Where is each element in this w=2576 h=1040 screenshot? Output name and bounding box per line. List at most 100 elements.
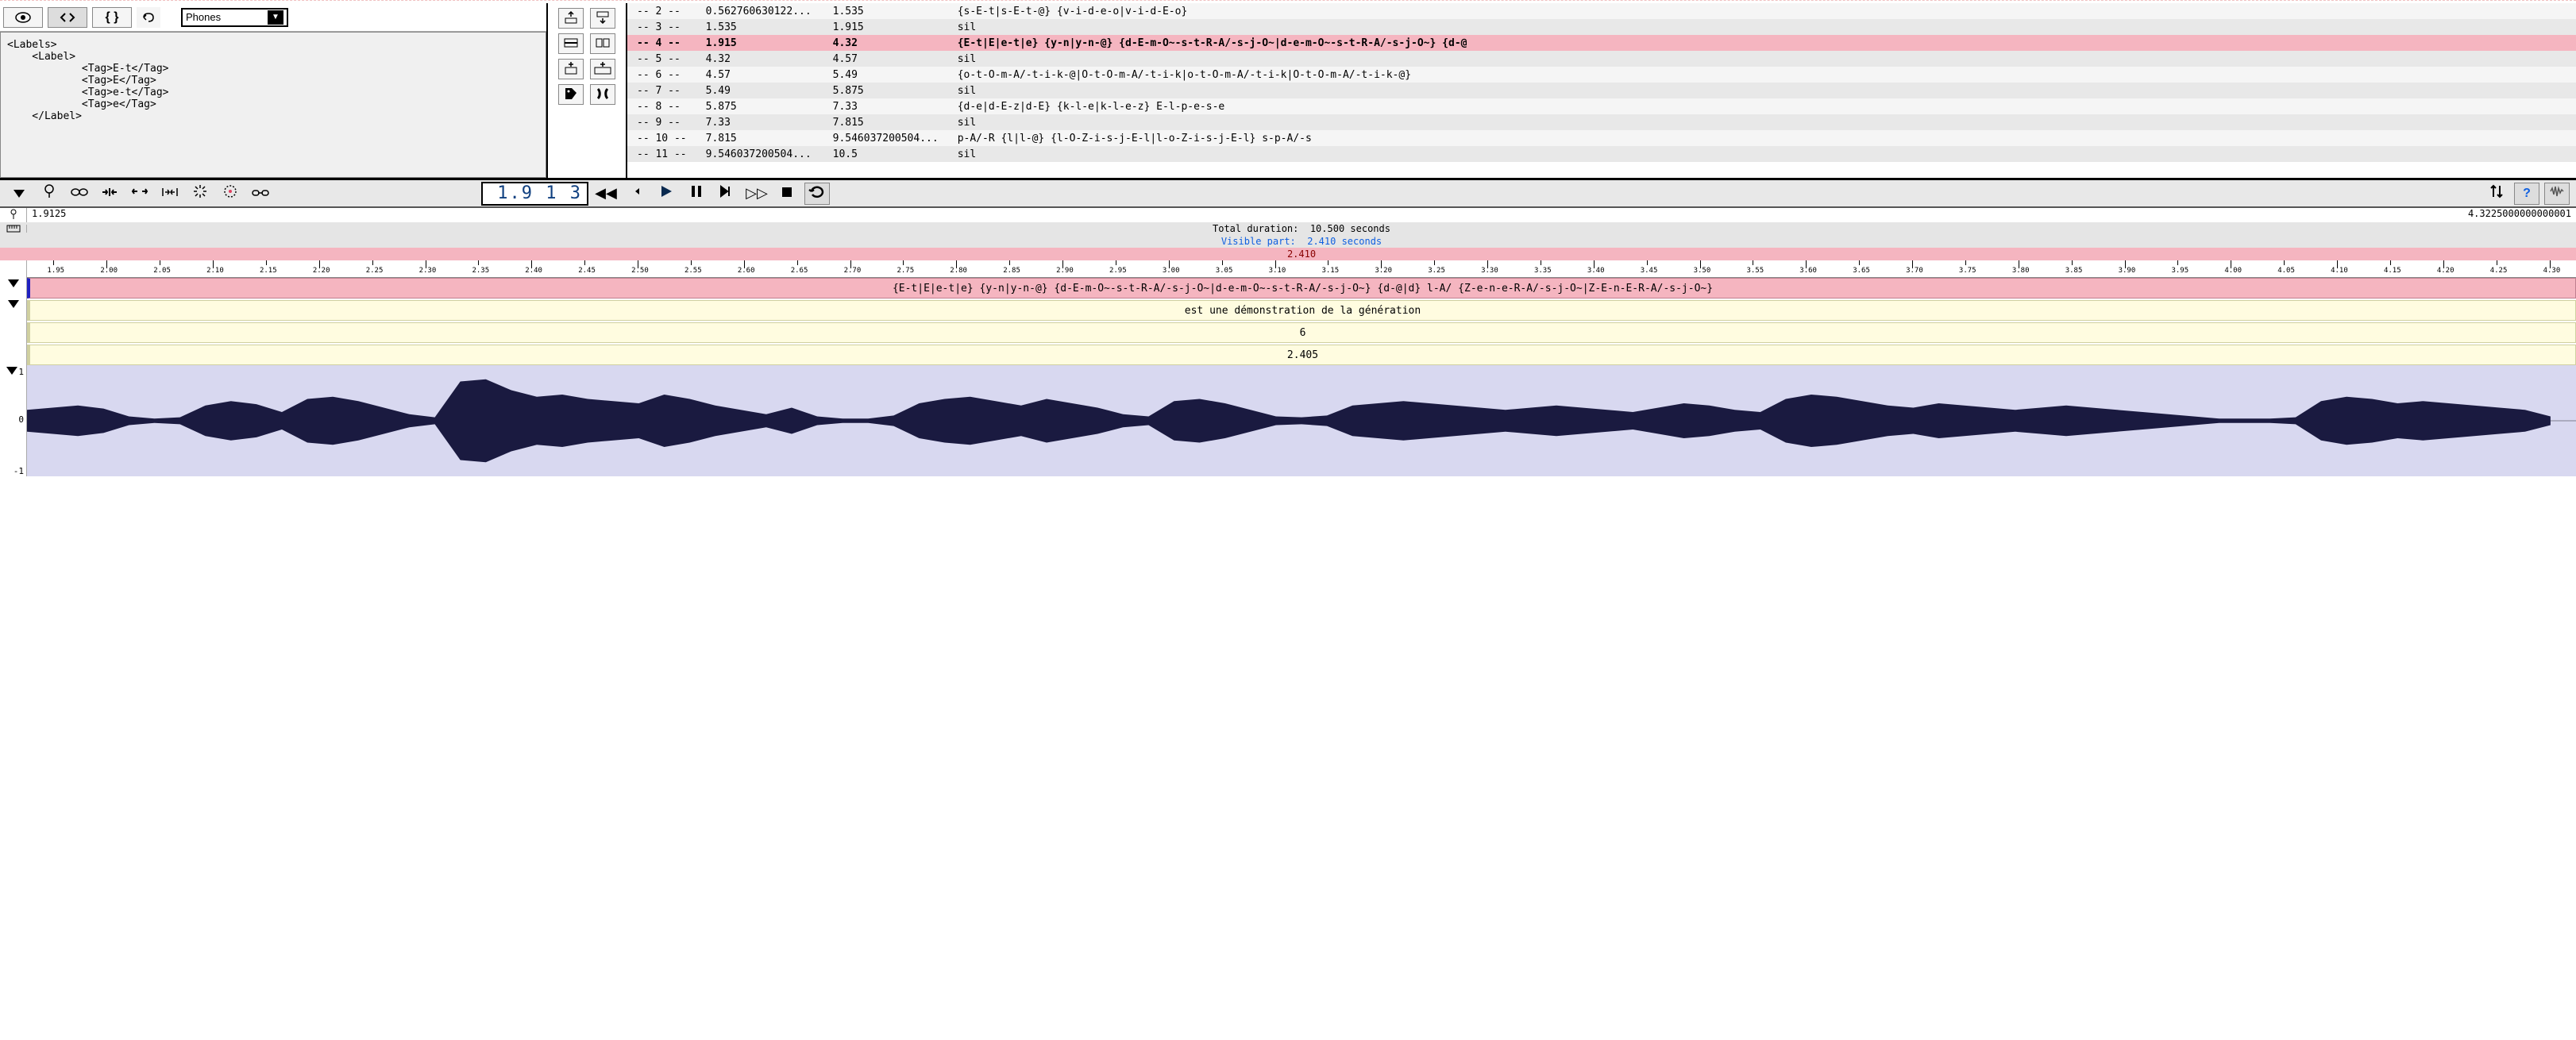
add-below-icon <box>596 10 610 27</box>
row-icon <box>564 38 578 50</box>
tag-icon <box>564 87 578 103</box>
expand-button[interactable] <box>127 183 152 205</box>
arrows-bar-out-icon <box>161 185 179 202</box>
chain-button[interactable] <box>248 183 273 205</box>
step-back-button[interactable] <box>623 183 649 205</box>
insert-button[interactable] <box>558 59 584 79</box>
table-row[interactable]: -- 8 --5.8757.33{d-e|d-E-z|d-E} {k-l-e|k… <box>627 98 2576 114</box>
link-icon <box>71 185 88 202</box>
delete-button[interactable] <box>590 84 615 105</box>
ruler-gutter-icon <box>0 225 27 233</box>
add-above-button[interactable] <box>558 8 584 29</box>
chain-icon <box>252 185 269 202</box>
center-button[interactable] <box>187 183 213 205</box>
playback-toolbar: 1.9 1 3 ◀◀ ▷▷ ? <box>0 178 2576 208</box>
view-preview-button[interactable] <box>3 7 43 28</box>
collapse-toggle[interactable] <box>6 183 32 205</box>
rewind-icon: ◀◀ <box>595 185 617 202</box>
table-row[interactable]: -- 4 --1.9154.32{E-t|E|e-t|e} {y-n|y-n-@… <box>627 35 2576 51</box>
time-ruler[interactable]: 1.952.002.052.102.152.202.252.302.352.40… <box>27 260 2576 278</box>
pause-button[interactable] <box>684 183 709 205</box>
end-time-label: 4.3225000000000001 <box>2468 208 2571 222</box>
tier-duration[interactable]: 2.405 <box>27 345 2576 365</box>
loop-icon <box>808 184 826 202</box>
fit-out-button[interactable] <box>157 183 183 205</box>
sort-button[interactable] <box>2484 183 2509 205</box>
waveform-toggle[interactable]: 1 0 -1 <box>0 365 27 476</box>
visible-part-label: Visible part: <box>1221 236 1296 247</box>
stop-icon <box>781 185 792 202</box>
time-display[interactable]: 1.9 1 3 <box>481 182 588 206</box>
tag-button[interactable] <box>558 84 584 105</box>
triangle-down-icon <box>6 367 17 375</box>
tier-number[interactable]: 6 <box>27 322 2576 343</box>
help-icon: ? <box>2523 187 2531 201</box>
table-row[interactable]: -- 6 --4.575.49{o-t-O-m-A/-t-i-k-@|O-t-O… <box>627 67 2576 83</box>
target-button[interactable] <box>218 183 243 205</box>
triangle-down-icon <box>8 300 19 308</box>
plus-box-icon <box>564 61 578 78</box>
eye-icon <box>15 12 31 23</box>
code-icon <box>60 12 75 23</box>
insert-wide-button[interactable] <box>590 59 615 79</box>
plus-wide-icon <box>594 61 611 78</box>
undo-icon <box>141 11 156 24</box>
fast-forward-icon: ▷▷ <box>746 185 768 202</box>
fit-in-button[interactable] <box>97 183 122 205</box>
pin-button[interactable] <box>37 183 62 205</box>
table-row[interactable]: -- 10 --7.8159.546037200504...p-A/-R {l|… <box>627 130 2576 146</box>
segments-table[interactable]: -- 2 --0.562760630122...1.535{s-E-t|s-E-… <box>627 3 2576 178</box>
add-above-icon <box>564 10 578 27</box>
play-icon <box>659 184 673 202</box>
fast-forward-button[interactable]: ▷▷ <box>744 183 769 205</box>
table-row[interactable]: -- 2 --0.562760630122...1.535{s-E-t|s-E-… <box>627 3 2576 19</box>
undo-button[interactable] <box>137 7 160 28</box>
cells-button[interactable] <box>590 33 615 54</box>
delete-icon <box>596 87 610 103</box>
center-icon <box>192 183 208 203</box>
arrows-in-icon <box>101 185 118 202</box>
visible-short-value: 2.410 <box>27 248 2576 260</box>
waveform-view-button[interactable] <box>2544 183 2570 205</box>
table-row[interactable]: -- 7 --5.495.875sil <box>627 83 2576 98</box>
dropdown-label: Phones <box>186 11 221 23</box>
play-button[interactable] <box>654 183 679 205</box>
waveform-display[interactable] <box>27 365 2576 476</box>
loop-button[interactable] <box>804 183 830 205</box>
tier-phones[interactable]: {E-t|E|e-t|e} {y-n|y-n-@} {d-E-m-O~-s-t-… <box>27 278 2576 299</box>
triangle-down-icon <box>8 279 19 287</box>
step-forward-button[interactable] <box>714 183 739 205</box>
label-type-dropdown[interactable]: Phones ▼ <box>181 8 288 27</box>
visible-part-value: 2.410 seconds <box>1307 236 1382 247</box>
xml-source-editor[interactable]: <Labels> <Label> <Tag>E-t</Tag> <Tag>E</… <box>0 32 546 178</box>
table-edit-toolbar <box>548 3 627 178</box>
add-below-button[interactable] <box>590 8 615 29</box>
help-button[interactable]: ? <box>2514 183 2539 205</box>
table-row[interactable]: -- 3 --1.5351.915sil <box>627 19 2576 35</box>
tier1-toggle[interactable] <box>0 278 27 299</box>
sort-icon <box>2489 183 2504 203</box>
stop-button[interactable] <box>774 183 800 205</box>
view-braces-button[interactable]: { } <box>92 7 132 28</box>
target-icon <box>222 183 238 203</box>
pause-icon <box>691 185 702 202</box>
table-row[interactable]: -- 5 --4.324.57sil <box>627 51 2576 67</box>
braces-icon: { } <box>106 10 119 25</box>
table-row[interactable]: -- 11 --9.546037200504...10.5sil <box>627 146 2576 162</box>
gutter-pin[interactable] <box>0 208 27 222</box>
rewind-button[interactable]: ◀◀ <box>593 183 619 205</box>
tier-words[interactable]: est une démonstration de la génération <box>27 300 2576 321</box>
arrows-out-icon <box>131 184 148 202</box>
table-row[interactable]: -- 9 --7.337.815sil <box>627 114 2576 130</box>
waveform-icon <box>2549 185 2565 202</box>
pin-small-icon <box>9 209 18 222</box>
y-axis-0: 0 <box>18 414 24 425</box>
start-time-label: 1.9125 <box>32 208 66 222</box>
view-source-button[interactable] <box>48 7 87 28</box>
total-duration-label: Total duration: <box>1213 223 1298 234</box>
step-forward-icon <box>719 185 734 202</box>
select-row-button[interactable] <box>558 33 584 54</box>
tier2-toggle[interactable] <box>0 299 27 365</box>
link-button[interactable] <box>67 183 92 205</box>
chevron-down-icon: ▼ <box>268 10 283 25</box>
